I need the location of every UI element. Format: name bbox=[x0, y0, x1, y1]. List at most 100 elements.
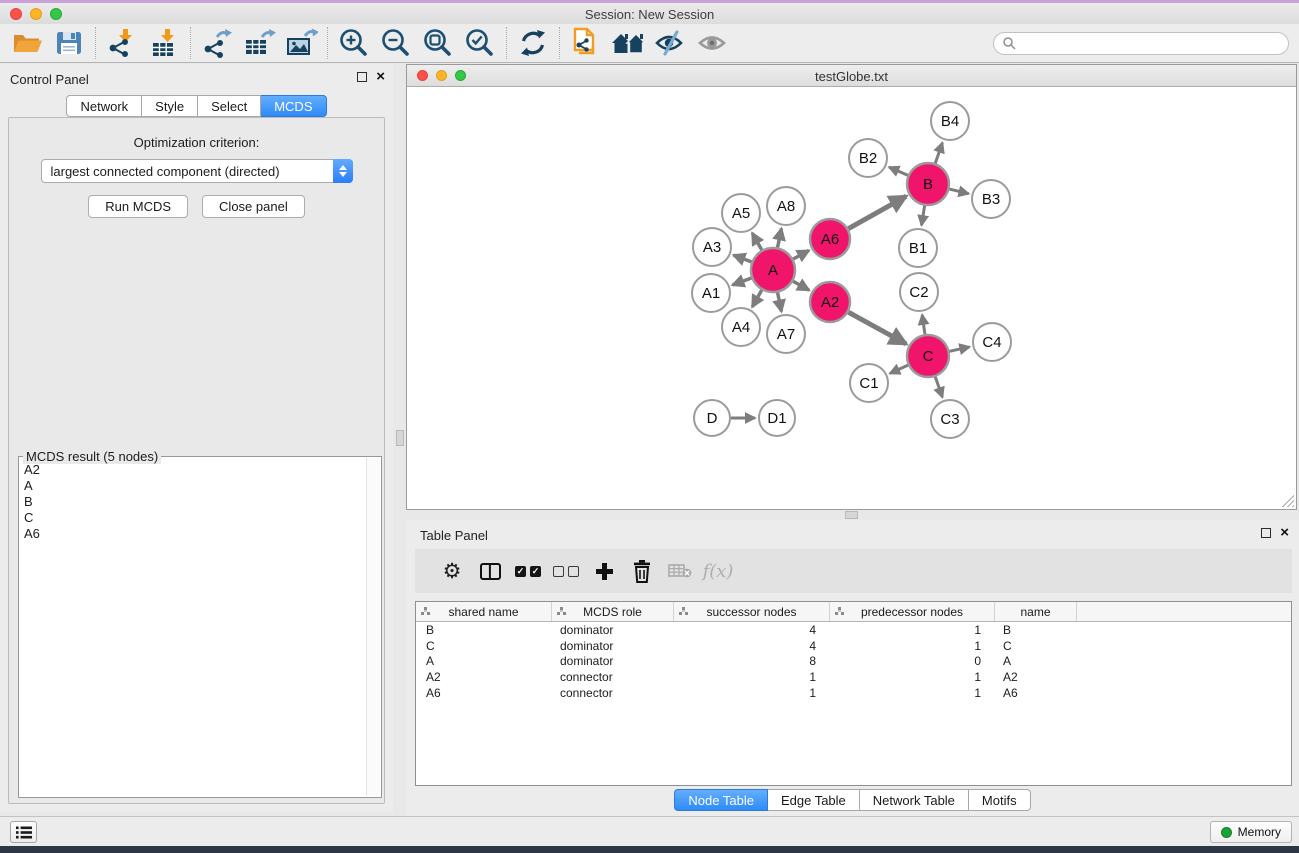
mcds-result-item[interactable]: A bbox=[24, 478, 366, 494]
graph-edge-A-A1[interactable] bbox=[733, 278, 752, 285]
home-icon bbox=[610, 29, 646, 57]
table-cell: A2 bbox=[995, 670, 1077, 684]
export-image-button[interactable] bbox=[280, 26, 322, 60]
graph-edge-B-B3[interactable] bbox=[949, 189, 968, 194]
zoom-selected-icon bbox=[464, 27, 496, 59]
float-table-panel-icon[interactable] bbox=[1261, 528, 1271, 538]
graph-edge-A-A8[interactable] bbox=[778, 229, 782, 248]
delete-table-button[interactable] bbox=[661, 554, 699, 588]
import-network-button[interactable] bbox=[101, 26, 143, 60]
function-icon: f(x) bbox=[703, 561, 734, 582]
search-input[interactable] bbox=[1016, 36, 1280, 50]
graph-edge-A-A6[interactable] bbox=[793, 250, 809, 259]
tab-network[interactable]: Network bbox=[66, 95, 142, 117]
tab-mcds[interactable]: MCDS bbox=[261, 95, 326, 117]
graph-edge-A-A5[interactable] bbox=[752, 233, 761, 250]
tab-network-table[interactable]: Network Table bbox=[860, 789, 969, 811]
mcds-result-item[interactable]: B bbox=[24, 494, 366, 510]
graph-edge-B-B2[interactable] bbox=[889, 167, 908, 175]
graph-edge-B-B4[interactable] bbox=[935, 143, 942, 164]
tab-style[interactable]: Style bbox=[142, 95, 198, 117]
zoom-out-button[interactable] bbox=[375, 26, 417, 60]
network-canvas[interactable]: B4B2BB3A8A5A6A3B1AA1C2A2A4A7C4CC1C3DD1 bbox=[407, 88, 1296, 509]
graph-edge-B-B1[interactable] bbox=[922, 206, 925, 226]
graph-edge-A-A7[interactable] bbox=[778, 293, 782, 312]
export-network-button[interactable] bbox=[196, 26, 238, 60]
table-row[interactable]: Adominator80A bbox=[416, 654, 1291, 670]
refresh-button[interactable] bbox=[512, 26, 554, 60]
table-cell: 8 bbox=[674, 654, 830, 668]
mcds-result-item[interactable]: C bbox=[24, 510, 366, 526]
search-field[interactable] bbox=[993, 32, 1289, 55]
close-table-panel-icon[interactable]: × bbox=[1280, 528, 1289, 538]
table-row[interactable]: A6connector11A6 bbox=[416, 685, 1291, 701]
attribute-type-icon bbox=[557, 607, 567, 616]
optimization-criterion-dropdown[interactable]: largest connected component (directed) bbox=[41, 159, 353, 183]
main-titlebar: Session: New Session bbox=[0, 3, 1299, 24]
column-header-mcds-role[interactable]: MCDS role bbox=[552, 602, 674, 621]
column-header-successor-nodes[interactable]: successor nodes bbox=[674, 602, 830, 621]
column-header-predecessor-nodes[interactable]: predecessor nodes bbox=[830, 602, 995, 621]
graph-edge-A2-C[interactable] bbox=[848, 312, 906, 344]
toolbar-separator bbox=[327, 27, 328, 59]
graph-edge-A-A4[interactable] bbox=[752, 290, 761, 307]
result-scrollbar[interactable] bbox=[366, 458, 380, 796]
open-session-button[interactable] bbox=[6, 26, 48, 60]
graph-edge-A-A3[interactable] bbox=[734, 255, 752, 262]
close-panel-icon[interactable]: × bbox=[376, 72, 385, 82]
clone-network-button[interactable] bbox=[565, 26, 607, 60]
mcds-result-list[interactable]: A2ABCA6 bbox=[20, 458, 366, 796]
column-header-shared-name[interactable]: shared name bbox=[416, 602, 552, 621]
tab-select[interactable]: Select bbox=[198, 95, 261, 117]
run-mcds-button[interactable]: Run MCDS bbox=[88, 195, 188, 218]
tab-motifs[interactable]: Motifs bbox=[969, 789, 1031, 811]
control-panel-tabs: Network Style Select MCDS bbox=[0, 95, 393, 117]
graph-edge-C-C1[interactable] bbox=[890, 365, 908, 373]
graph-edge-C-C4[interactable] bbox=[949, 347, 969, 351]
network-window-titlebar[interactable]: testGlobe.txt bbox=[407, 65, 1296, 87]
save-session-button[interactable] bbox=[48, 26, 90, 60]
column-header-name[interactable]: name bbox=[995, 602, 1077, 621]
graph-node-label: C2 bbox=[909, 284, 928, 301]
graph-edge-C-C3[interactable] bbox=[935, 377, 942, 398]
table-row[interactable]: Cdominator41C bbox=[416, 638, 1291, 654]
tab-edge-table[interactable]: Edge Table bbox=[768, 789, 860, 811]
graph-node-label: C bbox=[923, 348, 934, 365]
zoom-in-button[interactable] bbox=[333, 26, 375, 60]
window-resize-grip[interactable] bbox=[1281, 494, 1294, 507]
zoom-fit-button[interactable] bbox=[417, 26, 459, 60]
table-row[interactable]: Bdominator41B bbox=[416, 622, 1291, 638]
show-log-button[interactable] bbox=[10, 821, 37, 843]
zoom-selected-button[interactable] bbox=[459, 26, 501, 60]
tab-node-table[interactable]: Node Table bbox=[674, 789, 768, 811]
show-columns-button[interactable] bbox=[471, 554, 509, 588]
vertical-splitter-grip[interactable] bbox=[396, 430, 404, 446]
show-all-button[interactable] bbox=[691, 26, 733, 60]
select-all-button[interactable]: ✓ ✓ bbox=[509, 554, 547, 588]
table-cell: 1 bbox=[830, 639, 995, 653]
hide-selected-button[interactable] bbox=[649, 26, 691, 60]
float-panel-icon[interactable] bbox=[357, 72, 367, 82]
mcds-result-item[interactable]: A2 bbox=[24, 462, 366, 478]
horizontal-splitter-grip[interactable] bbox=[845, 511, 858, 519]
memory-button[interactable]: Memory bbox=[1210, 821, 1292, 843]
function-builder-button[interactable]: f(x) bbox=[699, 554, 737, 588]
delete-column-button[interactable] bbox=[623, 554, 661, 588]
graph-edge-A-A2[interactable] bbox=[793, 281, 809, 290]
refresh-icon bbox=[518, 28, 548, 58]
mcds-result-item[interactable]: A6 bbox=[24, 526, 366, 542]
close-panel-button[interactable]: Close panel bbox=[202, 195, 305, 218]
home-button[interactable] bbox=[607, 26, 649, 60]
add-column-button[interactable] bbox=[585, 554, 623, 588]
graph-edge-C-C2[interactable] bbox=[922, 315, 925, 334]
table-body: Bdominator41BCdominator41CAdominator80AA… bbox=[416, 622, 1291, 701]
export-table-button[interactable] bbox=[238, 26, 280, 60]
table-row[interactable]: A2connector11A2 bbox=[416, 669, 1291, 685]
table-settings-button[interactable]: ⚙ bbox=[433, 554, 471, 588]
table-cell: 1 bbox=[830, 686, 995, 700]
unselect-all-button[interactable] bbox=[547, 554, 585, 588]
graph-edge-A6-B[interactable] bbox=[848, 196, 906, 228]
dropdown-stepper-icon bbox=[333, 159, 353, 183]
table-cell: A bbox=[995, 654, 1077, 668]
import-table-button[interactable] bbox=[143, 26, 185, 60]
